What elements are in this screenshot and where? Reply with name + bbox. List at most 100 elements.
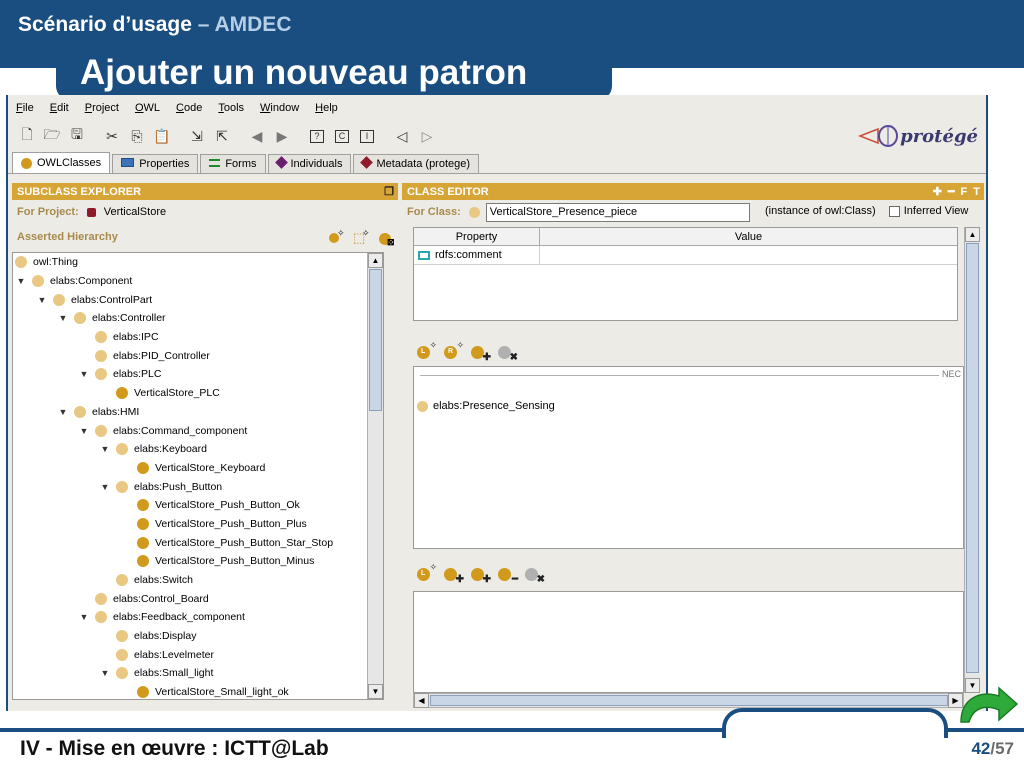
tree-node[interactable]: elabs:IPC [13,328,383,347]
add-all-siblings-icon[interactable]: ✚ [470,565,491,585]
new-file-icon[interactable]: 🗋 [16,126,38,146]
expand-toggle-icon[interactable]: ▼ [99,482,111,492]
expand-toggle-icon[interactable]: ▼ [15,276,27,286]
scroll-thumb[interactable] [369,269,382,411]
copy-icon[interactable]: ⎘ [126,126,148,146]
list-item[interactable]: elabs:Presence_Sensing [417,400,555,412]
tab-forms[interactable]: Forms [200,154,266,173]
create-subclass-icon[interactable]: ✧ [328,228,346,246]
tab-individuals[interactable]: Individuals [267,154,352,173]
menu-code[interactable]: Code [176,102,202,114]
tree-node[interactable]: elabs:Display [13,627,383,646]
expand-toggle-icon[interactable]: ▼ [57,313,69,323]
template-icon[interactable]: T [973,186,980,198]
tree-node[interactable]: ▼ elabs:ControlPart [13,290,383,309]
tree-scrollbar[interactable]: ▲ ▼ [367,253,383,699]
scroll-down-icon[interactable]: ▼ [368,684,383,699]
add-class-icon[interactable]: ✚ [443,565,464,585]
tree-node[interactable]: ▼ elabs:Component [13,272,383,291]
tree-node[interactable]: VerticalStore_Push_Button_Plus [13,515,383,534]
properties-icon[interactable]: F [961,186,968,198]
tree-node[interactable]: ▼ elabs:Controller [13,309,383,328]
menu-owl[interactable]: OWL [135,102,160,114]
scroll-up-icon[interactable]: ▲ [368,253,383,268]
tree-node[interactable]: VerticalStore_Push_Button_Star_Stop [13,533,383,552]
menu-project[interactable]: Project [85,102,119,114]
expand-toggle-icon[interactable]: ▼ [99,668,111,678]
expand-toggle-icon[interactable]: ▼ [36,295,48,305]
remove-all-siblings-icon[interactable]: ━ [497,565,518,585]
menu-file[interactable]: File [16,102,34,114]
import-icon[interactable]: ⇲ [186,126,208,146]
tree-node[interactable]: elabs:Levelmeter [13,645,383,664]
horizontal-scrollbar[interactable]: ◀ ▶ [413,693,964,708]
slide-title: Ajouter un nouveau patron [80,53,528,92]
menu-tools[interactable]: Tools [218,102,244,114]
expand-toggle-icon[interactable]: ▼ [99,444,111,454]
editor-scroll-up-icon[interactable]: ▲ [965,227,980,242]
add-icon[interactable]: ✚ [933,185,942,198]
tree-node[interactable]: VerticalStore_Push_Button_Ok [13,496,383,515]
column-value[interactable]: Value [540,228,957,245]
editor-scroll-thumb[interactable] [966,243,979,673]
row-value[interactable] [540,246,957,264]
class-name-field[interactable]: VerticalStore_Presence_piece [485,202,750,222]
tree-node[interactable]: VerticalStore_Push_Button_Minus [13,552,383,571]
export-icon[interactable]: ⇱ [211,126,233,146]
back-icon[interactable]: ◁ [391,126,413,146]
create-sibling-icon[interactable]: ⬚ ✧ [353,228,371,246]
create-restriction-icon[interactable]: R ✧ [443,340,464,361]
tree-node[interactable]: ▼ elabs:HMI [13,403,383,422]
column-property[interactable]: Property [414,228,540,245]
tree-node[interactable]: ▼ elabs:Keyboard [13,440,383,459]
hscroll-thumb[interactable] [430,695,948,706]
tree-node[interactable]: VerticalStore_Small_light_ok [13,683,383,699]
tab-owlclasses[interactable]: OWLClasses [12,152,111,173]
cut-icon[interactable]: ✂ [101,126,123,146]
expand-toggle-icon[interactable]: ▼ [78,369,90,379]
inferred-view-checkbox[interactable] [888,205,900,217]
box-query-icon[interactable]: ? [306,126,328,146]
tab-properties[interactable]: Properties [112,154,199,173]
create-class-icon[interactable]: L ✧ [416,562,437,583]
tree-node[interactable]: ▼ elabs:Feedback_component [13,608,383,627]
remove-condition-icon[interactable]: ✖ [497,343,518,363]
open-folder-icon[interactable]: 🗁 [41,126,63,146]
undo-icon[interactable]: ◀ [246,126,268,146]
forms-icon [209,159,221,167]
tree-node[interactable]: ▼ elabs:Small_light [13,664,383,683]
editor-scrollbar[interactable]: ▲ ▼ [964,227,980,693]
forward-icon[interactable]: ▷ [416,126,438,146]
tree-node[interactable]: elabs:Control_Board [13,589,383,608]
next-slide-arrow-icon[interactable] [955,684,1019,726]
tree-node[interactable]: owl:Thing [13,253,383,272]
tree-node[interactable]: elabs:Switch [13,571,383,590]
maximize-icon[interactable]: ❐ [384,185,394,198]
create-named-class-icon[interactable]: L ✧ [416,340,437,361]
tab-metadata-protege[interactable]: Metadata (protege) [353,154,480,173]
expand-toggle-icon[interactable]: ▼ [57,407,69,417]
tree-node[interactable]: VerticalStore_PLC [13,384,383,403]
tree-node[interactable]: ▼ elabs:PLC [13,365,383,384]
box-class-icon[interactable]: C [331,126,353,146]
menu-edit[interactable]: Edit [50,102,69,114]
expand-toggle-icon[interactable]: ▼ [78,426,90,436]
menu-help[interactable]: Help [315,102,338,114]
delete-class-icon[interactable]: ⊠ [378,230,396,247]
expand-toggle-icon[interactable]: ▼ [78,612,90,622]
tree-node[interactable]: ▼ elabs:Command_component [13,421,383,440]
save-icon[interactable]: 🖫 [66,126,88,146]
menu-window[interactable]: Window [260,102,299,114]
minus-icon[interactable]: ━ [948,185,955,198]
delete-disjoint-icon[interactable]: ✖ [524,565,545,585]
redo-icon[interactable]: ▶ [271,126,293,146]
paste-icon[interactable]: 📋 [151,126,173,146]
box-instance-icon[interactable]: I [356,126,378,146]
tree-node[interactable]: elabs:PID_Controller [13,346,383,365]
tree-node[interactable]: VerticalStore_Keyboard [13,459,383,478]
breadcrumb-main: Scénario d’usage [18,13,192,36]
table-row[interactable]: rdfs:comment [414,246,957,265]
scroll-left-icon[interactable]: ◀ [414,693,429,708]
tree-node[interactable]: ▼ elabs:Push_Button [13,477,383,496]
add-named-class-icon[interactable]: ✚ [470,343,491,363]
